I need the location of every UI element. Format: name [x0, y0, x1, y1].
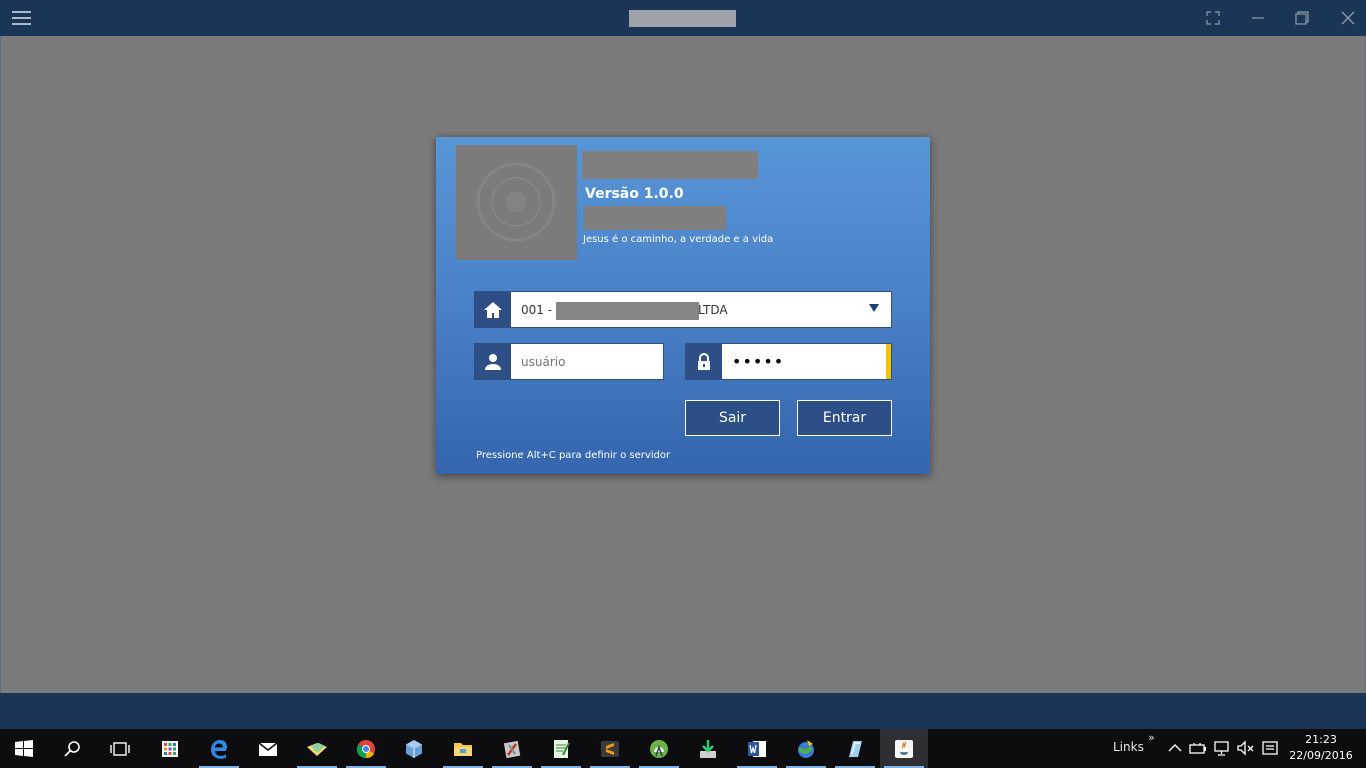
company-logo — [456, 145, 577, 260]
links-toolbar[interactable]: Links — [1113, 740, 1144, 754]
close-icon[interactable] — [1339, 9, 1357, 27]
taskbar-edge[interactable] — [195, 729, 243, 768]
window-title-redacted — [629, 10, 736, 27]
volume-muted-icon[interactable] — [1235, 738, 1255, 758]
store-icon — [162, 740, 178, 757]
motto-text: Jesus é o caminho, a verdade e a vida — [583, 234, 774, 245]
server-hint: Pressione Alt+C para definir o servidor — [476, 450, 671, 461]
company-name-redacted — [556, 302, 699, 320]
taskbar-chrome[interactable] — [342, 729, 390, 768]
mail-icon — [258, 741, 278, 756]
lock-icon — [686, 344, 722, 379]
clock-time: 21:23 — [1305, 733, 1337, 746]
search-icon — [64, 740, 80, 757]
word-icon — [748, 740, 766, 757]
globe-icon — [798, 739, 814, 758]
home-icon — [475, 292, 511, 327]
file-explorer-icon — [454, 742, 472, 756]
tools-icon — [503, 740, 521, 758]
links-chevron[interactable]: » — [1148, 731, 1155, 744]
focus-indicator — [886, 344, 891, 379]
taskbar-mail[interactable] — [244, 729, 292, 768]
task-view-button[interactable] — [96, 729, 144, 768]
taskbar-downloader[interactable] — [684, 729, 732, 768]
hamburger-menu-icon[interactable] — [12, 11, 31, 25]
taskbar-virtualbox[interactable] — [390, 729, 438, 768]
subtitle-redacted — [584, 206, 726, 230]
taskbar-file-explorer[interactable] — [439, 729, 487, 768]
battery-icon[interactable] — [1188, 738, 1208, 758]
login-button[interactable]: Entrar — [797, 400, 892, 436]
taskbar-word[interactable] — [733, 729, 781, 768]
folder-stack-icon — [307, 742, 327, 756]
edge-icon — [211, 739, 227, 759]
java-icon — [895, 739, 913, 758]
tray-overflow-icon[interactable] — [1165, 738, 1185, 758]
title-bar — [0, 0, 1366, 36]
app-name-redacted — [582, 151, 758, 179]
company-code: 001 - — [521, 303, 553, 317]
windows-icon — [15, 739, 33, 757]
exit-button[interactable]: Sair — [685, 400, 780, 436]
password-field[interactable] — [685, 343, 892, 380]
network-icon[interactable] — [1212, 738, 1232, 758]
username-field[interactable] — [474, 343, 665, 380]
company-select[interactable]: 001 - LTDA — [474, 291, 892, 328]
fullscreen-icon[interactable] — [1204, 9, 1222, 27]
clock[interactable]: 21:23 22/09/2016 — [1286, 732, 1356, 764]
task-view-icon — [110, 741, 130, 756]
chrome-icon — [356, 739, 375, 758]
version-label: Versão 1.0.0 — [585, 186, 684, 202]
taskbar-tools[interactable] — [488, 729, 536, 768]
company-suffix: LTDA — [698, 303, 728, 317]
notepad-icon — [554, 739, 570, 758]
search-button[interactable] — [48, 729, 96, 768]
ime-keyboard-icon[interactable] — [1260, 738, 1280, 758]
taskbar: Links » 21:23 22/09/2016 — [0, 729, 1366, 768]
virtualbox-icon — [406, 739, 422, 758]
restore-icon[interactable] — [1293, 9, 1311, 27]
taskbar-notepad[interactable] — [537, 729, 585, 768]
taskbar-cloud-app[interactable] — [831, 729, 879, 768]
password-input[interactable] — [728, 344, 886, 379]
cloud-app-icon — [849, 740, 862, 757]
minimize-icon[interactable] — [1249, 9, 1267, 27]
download-icon — [700, 739, 716, 758]
login-dialog: Versão 1.0.0 Jesus é o caminho, a verdad… — [436, 137, 930, 474]
taskbar-android-studio[interactable] — [635, 729, 683, 768]
clock-date: 22/09/2016 — [1289, 749, 1353, 762]
taskbar-java[interactable] — [880, 729, 928, 768]
taskbar-network-app[interactable] — [782, 729, 830, 768]
taskbar-explorer-stack[interactable] — [293, 729, 341, 768]
sublime-icon — [601, 740, 619, 757]
status-bar — [0, 693, 1366, 729]
taskbar-store[interactable] — [146, 729, 194, 768]
dropdown-arrow-icon[interactable] — [869, 304, 879, 312]
taskbar-sublime[interactable] — [586, 729, 634, 768]
username-input[interactable] — [517, 344, 665, 379]
android-studio-icon — [650, 739, 668, 758]
start-button[interactable] — [0, 729, 48, 768]
user-icon — [475, 344, 511, 379]
